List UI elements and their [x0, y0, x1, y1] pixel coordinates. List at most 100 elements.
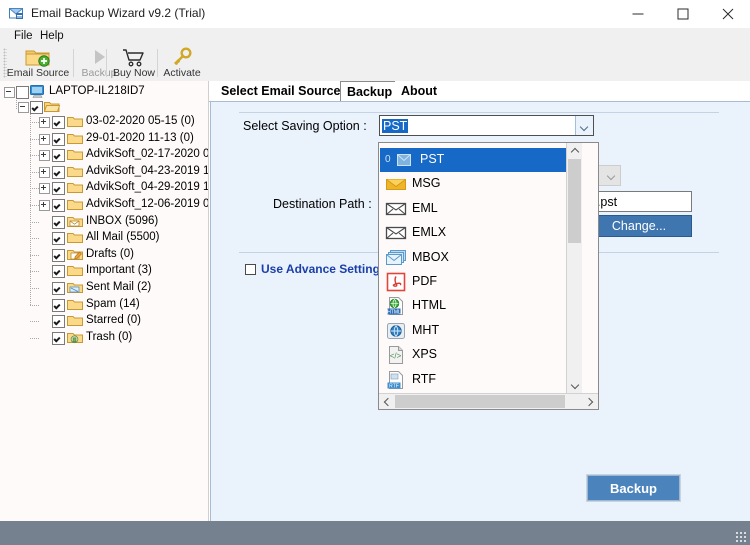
dropdown-option-mbox[interactable]: MBOX [380, 246, 581, 270]
dropdown-horizontal-scrollbar[interactable] [379, 393, 598, 409]
folder-checkbox[interactable] [52, 248, 65, 262]
expand-icon[interactable] [39, 166, 50, 178]
folder-tree-panel[interactable]: LAPTOP-IL218ID7 03-02-2020 05-15 (0) 29-0… [0, 81, 209, 521]
minimize-button[interactable] [615, 0, 660, 28]
tree-node-label: Important (3) [86, 264, 152, 277]
scroll-up-arrow-icon[interactable] [567, 143, 582, 158]
folder-checkbox[interactable] [52, 132, 65, 146]
tree-node-label: 29-01-2020 11-13 (0) [86, 131, 194, 144]
folder-checkbox[interactable] [52, 232, 65, 246]
dropdown-vertical-scrollbar[interactable] [566, 143, 582, 394]
folder-checkbox[interactable] [52, 315, 65, 329]
tab-backup[interactable]: Backup [340, 81, 400, 103]
dropdown-option-eml[interactable]: EML [380, 197, 581, 221]
html-icon: HTML [385, 296, 407, 316]
rtf-icon: RTF [385, 370, 407, 390]
tree-node-label: Trash (0) [86, 330, 133, 343]
scroll-down-arrow-icon[interactable] [567, 379, 582, 394]
folder-icon [67, 181, 83, 197]
folder-checkbox[interactable] [52, 149, 65, 163]
tab-select-email-source[interactable]: Select Email Source [215, 81, 347, 102]
emlx-envelope-icon [385, 223, 407, 243]
folder-checkbox[interactable] [52, 298, 65, 312]
toolbar-button-email-source[interactable]: Email Source [6, 45, 70, 81]
svg-text:RTF: RTF [389, 383, 399, 389]
eml-envelope-icon [385, 199, 407, 219]
collapse-icon[interactable] [18, 102, 29, 113]
dropdown-option-emlx[interactable]: EMLX [380, 221, 581, 245]
destination-path-label: Destination Path : [273, 197, 372, 211]
maximize-button[interactable] [660, 0, 705, 28]
horizontal-scroll-thumb[interactable] [395, 395, 565, 408]
close-button[interactable] [705, 0, 750, 28]
title-bar: Email Backup Wizard v9.2 (Trial) [0, 0, 750, 28]
folder-icon [67, 298, 83, 314]
folder-icon [67, 231, 83, 247]
folder-icon [67, 264, 83, 280]
computer-icon [30, 85, 45, 101]
folder-checkbox[interactable] [52, 199, 65, 212]
dropdown-option-html[interactable]: HTML HTML [380, 294, 581, 318]
dropdown-option-label: RTF [412, 371, 437, 386]
tree-line [30, 304, 40, 306]
mailbox-checkbox[interactable] [30, 101, 43, 114]
dropdown-option-xps[interactable]: </> XPS [380, 343, 581, 367]
folder-checkbox[interactable] [52, 265, 65, 279]
dropdown-option-label: HTML [412, 298, 447, 313]
folder-checkbox[interactable] [52, 116, 65, 129]
maximize-icon [677, 8, 688, 20]
folder-checkbox[interactable] [52, 282, 65, 295]
dropdown-option-mht[interactable]: MHT [380, 319, 581, 343]
scroll-right-arrow-icon[interactable] [583, 394, 598, 409]
tree-line [30, 321, 40, 323]
tree-node-label: AdvikSoft_02-17-2020 03-16 (0) [86, 148, 209, 161]
root-checkbox[interactable] [16, 86, 29, 99]
tree-node-label: Drafts (0) [86, 247, 134, 260]
backup-button[interactable]: Backup [587, 475, 680, 501]
folder-checkbox[interactable] [52, 165, 65, 179]
drafts-folder-icon [67, 248, 83, 264]
pst-icon [394, 150, 416, 170]
mht-icon [385, 321, 407, 341]
toolbar-button-buy-now[interactable]: Buy Now [109, 45, 159, 81]
expand-icon[interactable] [39, 150, 50, 162]
dropdown-option-pst[interactable]: 0 PST [380, 148, 581, 172]
tree-line [30, 271, 40, 273]
menu-item-help[interactable]: Help [37, 30, 67, 42]
expand-icon[interactable] [39, 117, 50, 128]
menu-item-file[interactable]: File [11, 30, 36, 42]
tree-node-label: INBOX (5096) [86, 214, 159, 227]
folder-checkbox[interactable] [52, 331, 65, 345]
resize-grip-icon[interactable] [735, 531, 747, 543]
window-title: Email Backup Wizard v9.2 (Trial) [31, 6, 206, 20]
folder-checkbox[interactable] [52, 182, 65, 196]
tree-line [30, 238, 40, 240]
minimize-icon [632, 13, 643, 15]
saving-option-dropdown-list[interactable]: 0 PST MSG EML EMLX MBOX PDF HTML HTML MHT </> XPS RT… [378, 142, 599, 410]
vertical-scroll-thumb[interactable] [568, 159, 581, 243]
dropdown-option-rtf[interactable]: RTF RTF [380, 368, 581, 392]
scroll-left-arrow-icon[interactable] [379, 394, 394, 409]
collapse-icon[interactable] [4, 87, 15, 98]
dropdown-option-msg[interactable]: MSG [380, 172, 581, 196]
folder-icon [67, 314, 83, 330]
toolbar-label-buy-now: Buy Now [112, 67, 155, 79]
expand-icon[interactable] [39, 183, 50, 195]
advance-settings-checkbox[interactable] [245, 264, 256, 275]
tree-node-label: AdvikSoft_04-29-2019 10-40 (0) [86, 181, 209, 194]
chevron-down-icon[interactable] [575, 116, 593, 135]
folder-checkbox[interactable] [52, 215, 65, 229]
menu-bar: File Help [0, 28, 750, 46]
expand-icon[interactable] [39, 200, 50, 211]
toolbar: Email Source Backup Buy Now Activate [0, 45, 750, 82]
expand-icon[interactable] [39, 133, 50, 145]
tab-about[interactable]: About [395, 81, 444, 102]
change-button[interactable]: Change... [586, 215, 692, 237]
toolbar-button-activate[interactable]: Activate [159, 45, 205, 81]
destination-path-input[interactable]: 7.pst [586, 191, 692, 212]
dropdown-option-pdf[interactable]: PDF [380, 270, 581, 294]
tree-node-label: LAPTOP-IL218ID7 [49, 85, 145, 97]
status-bar [0, 521, 750, 545]
saving-option-combobox[interactable]: PST [379, 115, 594, 136]
dropdown-option-label: PST [420, 152, 445, 166]
